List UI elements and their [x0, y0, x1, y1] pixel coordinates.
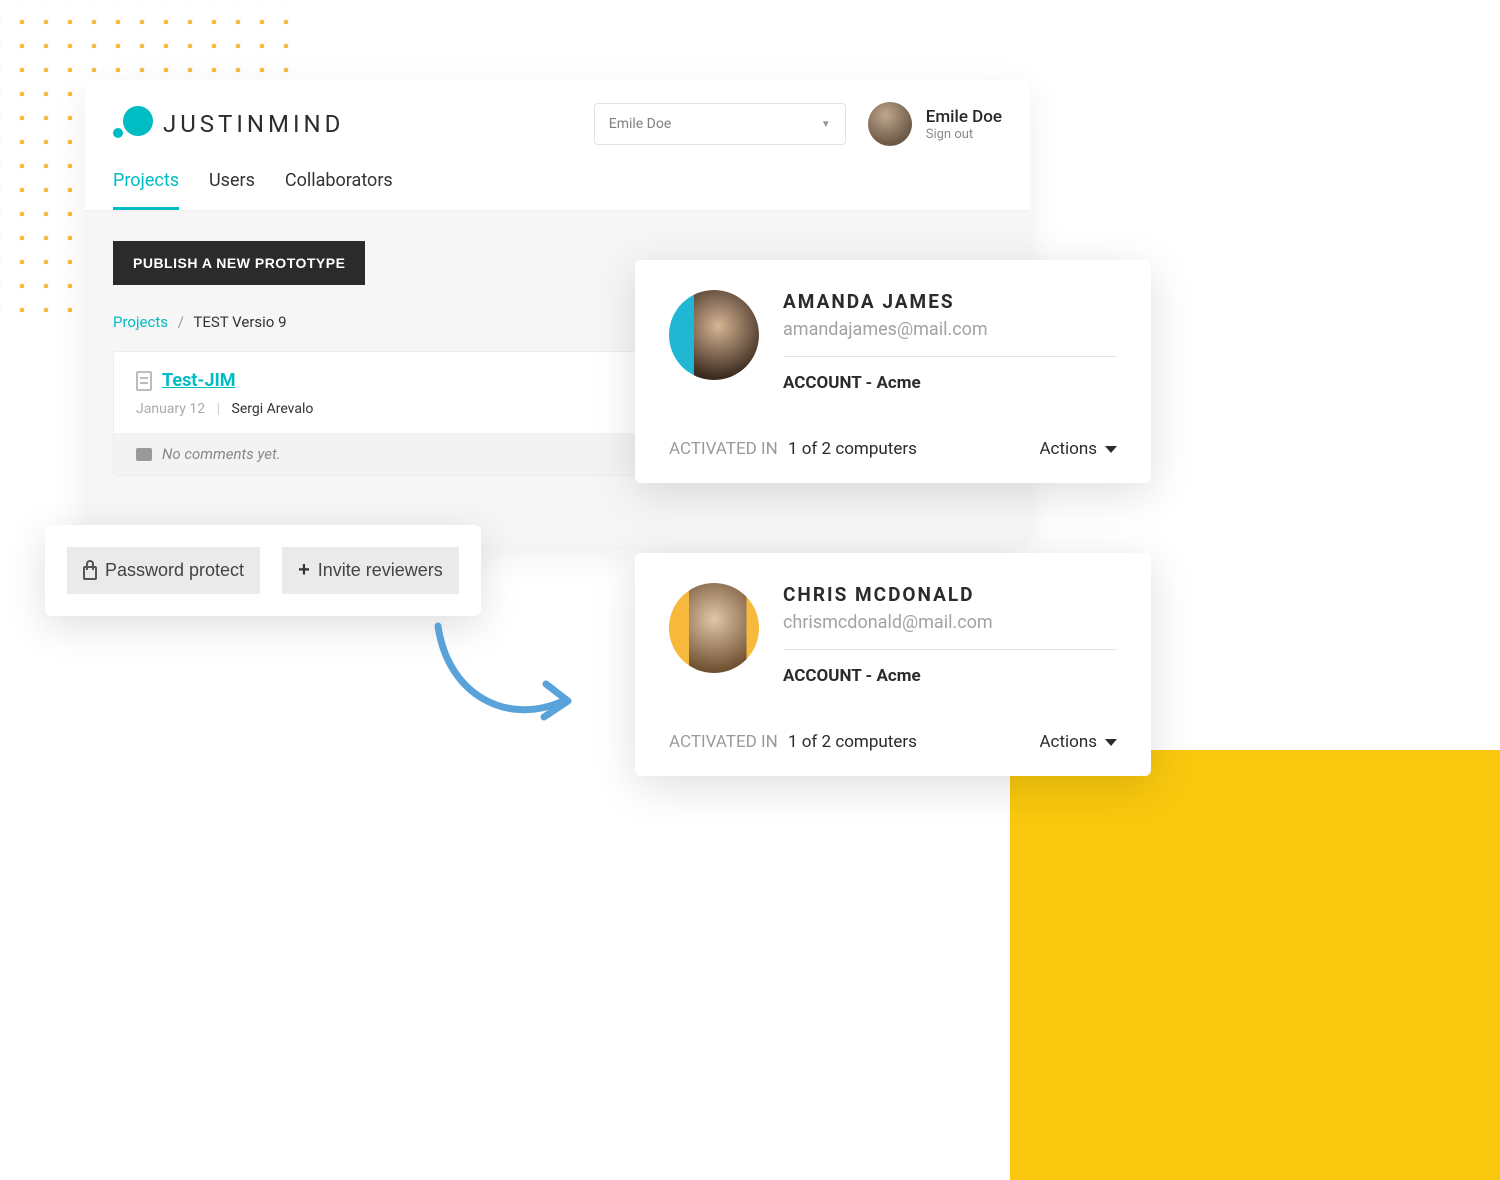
actions-label: Actions	[1039, 439, 1097, 459]
password-protect-label: Password protect	[105, 560, 244, 581]
activated-label: ACTIVATED IN	[669, 439, 778, 459]
activated-value: 1 of 2 computers	[788, 439, 917, 459]
plus-icon: +	[298, 559, 310, 582]
divider	[783, 356, 1117, 357]
sign-out-link[interactable]: Sign out	[926, 127, 1002, 142]
prototype-date: January 12	[136, 401, 205, 417]
tab-collaborators[interactable]: Collaborators	[285, 170, 393, 210]
tab-projects[interactable]: Projects	[113, 170, 179, 210]
logo-text: JUSTINMIND	[163, 110, 344, 138]
comments-text: No comments yet.	[162, 445, 281, 463]
prototype-title-link[interactable]: Test-JIM	[162, 370, 236, 391]
logo[interactable]: JUSTINMIND	[113, 104, 344, 144]
actions-dropdown[interactable]: Actions	[1039, 732, 1117, 752]
comment-icon	[136, 448, 152, 461]
avatar	[669, 583, 759, 673]
user-block: Emile Doe Sign out	[868, 102, 1002, 146]
chevron-down-icon	[1105, 739, 1117, 746]
actions-dropdown[interactable]: Actions	[1039, 439, 1117, 459]
lock-icon	[83, 566, 97, 580]
decorative-yellow-block	[1010, 750, 1500, 1180]
activated-value: 1 of 2 computers	[788, 732, 917, 752]
actions-label: Actions	[1039, 732, 1097, 752]
arrow-illustration	[418, 616, 588, 746]
user-card: CHRIS MCDONALD chrismcdonald@mail.com AC…	[635, 553, 1151, 776]
avatar	[669, 290, 759, 380]
user-card-name: CHRIS MCDONALD	[783, 583, 1117, 606]
user-card: AMANDA JAMES amandajames@mail.com ACCOUN…	[635, 260, 1151, 483]
password-protect-button[interactable]: Password protect	[67, 547, 260, 594]
invite-reviewers-label: Invite reviewers	[318, 560, 443, 581]
user-card-email: amandajames@mail.com	[783, 319, 1117, 340]
activated-in: ACTIVATED IN 1 of 2 computers	[669, 732, 917, 752]
header-right: Emile Doe ▼ Emile Doe Sign out	[594, 102, 1002, 146]
tab-users[interactable]: Users	[209, 170, 255, 210]
user-card-account: ACCOUNT - Acme	[783, 373, 1117, 393]
avatar[interactable]	[868, 102, 912, 146]
breadcrumb-current: TEST Versio 9	[193, 313, 286, 331]
user-select-value: Emile Doe	[609, 116, 672, 132]
breadcrumb-root[interactable]: Projects	[113, 313, 168, 331]
header: JUSTINMIND Emile Doe ▼ Emile Doe Sign ou…	[85, 80, 1030, 146]
logo-mark-icon	[113, 104, 153, 144]
publish-prototype-button[interactable]: PUBLISH A NEW PROTOTYPE	[113, 241, 365, 285]
activated-in: ACTIVATED IN 1 of 2 computers	[669, 439, 917, 459]
divider	[783, 649, 1117, 650]
action-card: Password protect + Invite reviewers	[45, 525, 481, 616]
prototype-author: Sergi Arevalo	[232, 401, 314, 417]
breadcrumb-separator: /	[178, 313, 184, 331]
invite-reviewers-button[interactable]: + Invite reviewers	[282, 547, 459, 594]
user-card-email: chrismcdonald@mail.com	[783, 612, 1117, 633]
chevron-down-icon: ▼	[821, 119, 831, 130]
user-card-name: AMANDA JAMES	[783, 290, 1117, 313]
user-select-dropdown[interactable]: Emile Doe ▼	[594, 103, 846, 145]
chevron-down-icon	[1105, 446, 1117, 453]
document-icon	[136, 371, 152, 391]
activated-label: ACTIVATED IN	[669, 732, 778, 752]
user-card-account: ACCOUNT - Acme	[783, 666, 1117, 686]
user-name: Emile Doe	[926, 107, 1002, 127]
tabs: Projects Users Collaborators	[85, 146, 1030, 211]
